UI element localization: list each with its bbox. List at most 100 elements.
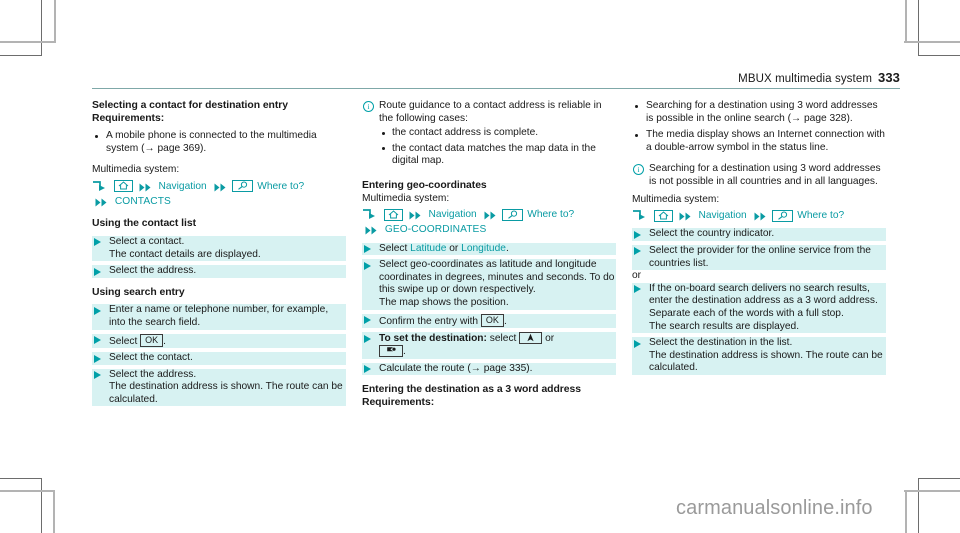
ok-key[interactable]: OK bbox=[480, 313, 504, 327]
crop-mark-tl-h2 bbox=[0, 41, 56, 43]
middle-heading-3word: Entering the destination as a 3 word add… bbox=[362, 384, 581, 396]
double-arrow-icon bbox=[214, 182, 227, 192]
table-row: Select the address. bbox=[92, 265, 346, 278]
home-button[interactable] bbox=[113, 180, 133, 193]
middle-heading-geo: Entering geo-coordinates bbox=[362, 179, 487, 191]
step-text: Calculate the route (→ page 335). bbox=[379, 362, 533, 374]
home-button[interactable] bbox=[653, 209, 673, 222]
left-navpath: Navigation Where to? CONTACTS bbox=[92, 179, 346, 209]
step-triangle-icon bbox=[364, 245, 371, 254]
bullet-text: the contact address is complete. bbox=[392, 127, 539, 139]
enter-arrow-icon bbox=[362, 209, 379, 220]
double-arrow-icon bbox=[365, 225, 378, 235]
crop-mark-br-h bbox=[918, 478, 960, 479]
list-item: Searching for a destination using 3 word… bbox=[632, 100, 886, 125]
list-item: the contact data matches the map data in… bbox=[379, 143, 616, 168]
home-icon bbox=[388, 209, 399, 219]
bullet-text: The media display shows an Internet conn… bbox=[646, 129, 885, 153]
column-right: Searching for a destination using 3 word… bbox=[632, 100, 886, 409]
info-circle-icon: i bbox=[363, 101, 374, 112]
ok-key[interactable]: OK bbox=[140, 333, 164, 347]
home-button[interactable] bbox=[383, 208, 403, 221]
list-item: The media display shows an Internet conn… bbox=[632, 129, 886, 154]
search-magnifier-icon bbox=[508, 210, 518, 219]
table-row: Select the contact. bbox=[92, 352, 346, 365]
step-text: Confirm the entry with OK. bbox=[379, 313, 507, 327]
table-row: Select a contact. The contact details ar… bbox=[92, 235, 346, 262]
search-button[interactable] bbox=[232, 180, 254, 193]
step-triangle-icon bbox=[94, 306, 101, 315]
double-arrow-icon bbox=[754, 211, 767, 221]
step-triangle-icon bbox=[94, 354, 101, 363]
crop-mark-tr-h bbox=[918, 55, 960, 56]
middle-navpath: Navigation Where to? GEO-COORDINATES bbox=[362, 207, 616, 237]
navpath-navigation-label[interactable]: Navigation bbox=[428, 209, 478, 220]
home-icon bbox=[658, 210, 669, 220]
step-text: Select the provider for the online servi… bbox=[649, 244, 871, 269]
list-item: the contact address is complete. bbox=[379, 127, 616, 140]
destination-flag-button[interactable] bbox=[379, 345, 403, 358]
table-row: Select Latitude or Longitude. bbox=[362, 242, 616, 256]
navpath-contacts-label[interactable]: CONTACTS bbox=[114, 196, 172, 207]
left-steps-search-entry: Enter a name or telephone number, for ex… bbox=[92, 304, 346, 407]
left-steps-contact-list: Select a contact. The contact details ar… bbox=[92, 235, 346, 278]
search-button[interactable] bbox=[502, 208, 524, 221]
step-text: Select the country indicator. bbox=[649, 228, 775, 240]
crop-mark-tl-v bbox=[41, 0, 42, 56]
step-line-2: The destination address is shown. The ro… bbox=[649, 349, 883, 374]
search-magnifier-icon bbox=[778, 211, 788, 220]
step-triangle-icon bbox=[634, 230, 641, 239]
left-multimedia-label: Multimedia system: bbox=[92, 164, 180, 176]
bullet-text: the contact data matches the map data in… bbox=[392, 142, 596, 167]
right-info-note: i Searching for a destination using 3 wo… bbox=[632, 163, 886, 188]
bullet-dot-icon bbox=[635, 133, 638, 137]
left-subheading-search-entry: Using search entry bbox=[92, 286, 185, 298]
list-item: A mobile phone is connected to the multi… bbox=[92, 130, 346, 155]
search-magnifier-icon bbox=[238, 181, 248, 191]
step-triangle-icon bbox=[94, 336, 101, 344]
double-arrow-icon bbox=[95, 197, 108, 207]
step-text: Select the contact. bbox=[109, 352, 193, 364]
crop-mark-bl-v2 bbox=[53, 491, 55, 533]
double-arrow-icon bbox=[679, 211, 692, 221]
table-row: Calculate the route (→ page 335). bbox=[362, 362, 616, 376]
step-line-2: The map shows the position. bbox=[379, 296, 509, 308]
content-columns: Selecting a contact for destination entr… bbox=[92, 100, 904, 409]
bullet-dot-icon bbox=[95, 134, 98, 138]
navpath-navigation-label[interactable]: Navigation bbox=[158, 181, 208, 192]
search-button[interactable] bbox=[772, 209, 794, 222]
step-triangle-icon bbox=[634, 247, 641, 256]
note-text: Searching for a destination using 3 word… bbox=[649, 163, 881, 187]
navigation-arrow-icon bbox=[527, 333, 534, 342]
navpath-navigation-label[interactable]: Navigation bbox=[698, 210, 748, 221]
bullet-text: A mobile phone is connected to the multi… bbox=[106, 130, 317, 154]
column-middle: i Route guidance to a contact address is… bbox=[362, 100, 616, 409]
navigation-arrow-button[interactable] bbox=[519, 332, 543, 345]
double-arrow-icon bbox=[139, 182, 152, 192]
crop-mark-bl-h bbox=[0, 478, 42, 479]
navpath-whereto-label[interactable]: Where to? bbox=[256, 181, 305, 192]
note-bullets: the contact address is complete. the con… bbox=[379, 127, 616, 168]
step-text: To set the destination: select or . bbox=[379, 332, 555, 358]
step-triangle-icon bbox=[94, 371, 101, 380]
right-steps-1: Select the country indicator. Select the… bbox=[632, 228, 886, 271]
step-line-1: Select geo-coordinates as latitude and l… bbox=[379, 259, 615, 296]
step-triangle-icon bbox=[364, 365, 371, 374]
navpath-whereto-label[interactable]: Where to? bbox=[526, 209, 575, 220]
link-latitude[interactable]: Latitude bbox=[410, 243, 446, 254]
left-requirement-bullets: A mobile phone is connected to the multi… bbox=[92, 130, 346, 155]
double-arrow-icon bbox=[409, 210, 422, 220]
enter-arrow-icon bbox=[92, 181, 109, 192]
table-row: Confirm the entry with OK. bbox=[362, 313, 616, 329]
right-multimedia-label: Multimedia system: bbox=[632, 193, 720, 205]
middle-steps-geo: Select Latitude or Longitude. Select geo… bbox=[362, 242, 616, 376]
navpath-geocoordinates-label[interactable]: GEO-COORDINATES bbox=[384, 224, 488, 235]
step-text: Select OK. bbox=[109, 333, 167, 347]
navpath-whereto-label[interactable]: Where to? bbox=[796, 210, 845, 221]
middle-requirements-label: Requirements: bbox=[362, 396, 435, 408]
left-heading: Selecting a contact for destination entr… bbox=[92, 100, 288, 111]
page-number: 333 bbox=[878, 70, 900, 85]
link-longitude[interactable]: Longitude bbox=[461, 243, 506, 254]
step-line-1: Select a contact. bbox=[109, 235, 185, 247]
crop-mark-tl-h bbox=[0, 55, 42, 56]
